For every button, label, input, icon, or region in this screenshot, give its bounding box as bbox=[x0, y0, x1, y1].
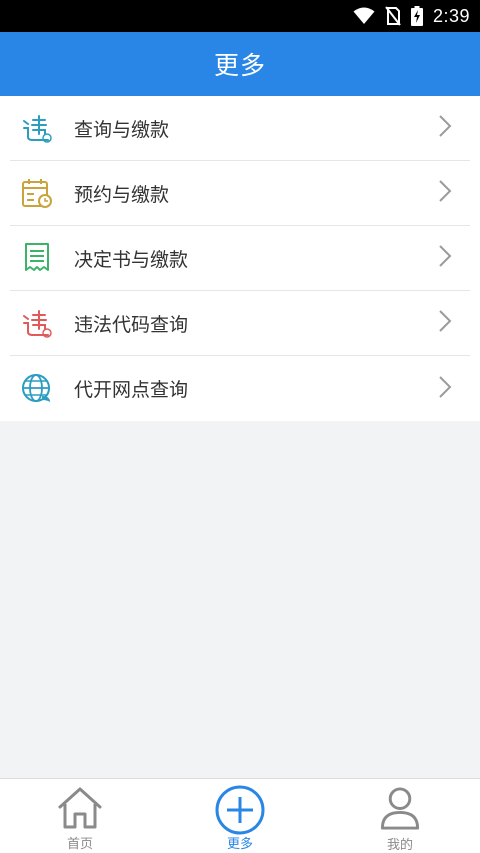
battery-charging-icon bbox=[410, 6, 423, 26]
wifi-icon bbox=[353, 7, 375, 24]
tab-label: 我的 bbox=[386, 838, 413, 853]
menu-list: 查询与缴款 预约与缴款 决定书与缴款 违法代码查询 代开网点查询 bbox=[0, 96, 480, 421]
menu-item-outlet-query[interactable]: 代开网点查询 bbox=[10, 356, 470, 421]
chevron-right-icon bbox=[438, 375, 452, 403]
status-bar: 2:39 bbox=[0, 0, 480, 32]
bottom-tab-bar: 首页 更多 我的 bbox=[0, 778, 480, 853]
page-title: 更多 bbox=[213, 51, 266, 80]
menu-item-label: 预约与缴款 bbox=[74, 183, 170, 206]
menu-item-label: 违法代码查询 bbox=[74, 313, 189, 336]
tab-more[interactable]: 更多 bbox=[160, 779, 320, 853]
menu-item-label: 查询与缴款 bbox=[74, 118, 170, 141]
calendar-clock-icon bbox=[20, 176, 54, 210]
chevron-right-icon bbox=[438, 244, 452, 272]
document-icon bbox=[20, 241, 54, 275]
violation-code-icon bbox=[20, 306, 54, 340]
menu-item-query-payment[interactable]: 查询与缴款 bbox=[10, 96, 470, 161]
globe-icon bbox=[20, 372, 54, 406]
menu-item-appointment-payment[interactable]: 预约与缴款 bbox=[10, 161, 470, 226]
chevron-right-icon bbox=[438, 309, 452, 337]
no-sim-icon bbox=[385, 6, 401, 26]
tab-label: 更多 bbox=[226, 837, 253, 852]
chevron-right-icon bbox=[438, 114, 452, 142]
violation-icon bbox=[20, 111, 54, 145]
home-icon bbox=[58, 787, 102, 829]
menu-item-label: 决定书与缴款 bbox=[74, 248, 189, 271]
app-header: 更多 bbox=[0, 32, 480, 96]
tab-label: 首页 bbox=[66, 837, 93, 852]
tab-mine[interactable]: 我的 bbox=[320, 779, 480, 853]
plus-circle-icon bbox=[215, 785, 265, 835]
status-time: 2:39 bbox=[432, 5, 470, 26]
tab-home[interactable]: 首页 bbox=[0, 779, 160, 853]
user-icon bbox=[380, 787, 420, 830]
menu-item-decision-payment[interactable]: 决定书与缴款 bbox=[10, 226, 470, 291]
chevron-right-icon bbox=[438, 179, 452, 207]
menu-item-label: 代开网点查询 bbox=[74, 379, 189, 401]
menu-item-violation-code[interactable]: 违法代码查询 bbox=[10, 291, 470, 356]
